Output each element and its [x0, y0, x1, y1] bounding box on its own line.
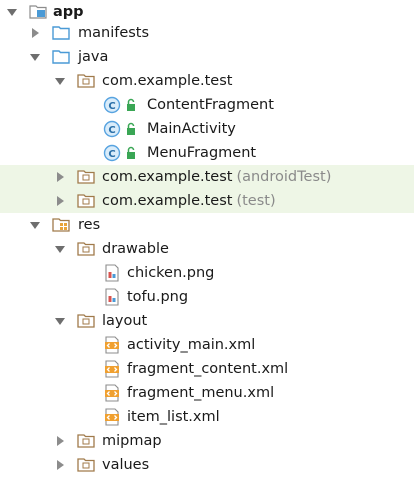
tree-label-java: java: [78, 49, 109, 65]
class-icon: C: [103, 120, 121, 138]
tree-label-manifests: manifests: [78, 25, 150, 41]
tree-label-mipmap: mipmap: [102, 433, 162, 449]
svg-text:C: C: [108, 149, 115, 160]
tree-row-java[interactable]: java: [0, 45, 414, 69]
tree-row-manifests[interactable]: manifests: [0, 21, 414, 45]
tree-row-values[interactable]: values: [0, 453, 414, 477]
package-icon: [77, 74, 95, 88]
source-set-suffix: (androidTest): [236, 169, 332, 185]
tree-label-package-test: com.example.test (test): [102, 191, 276, 211]
tree-label-package-android-test: com.example.test (androidTest): [102, 167, 331, 187]
chevron-right-icon[interactable]: [54, 195, 66, 207]
tree-label-activity-main-xml: activity_main.xml: [127, 337, 256, 353]
svg-text:C: C: [108, 125, 115, 136]
tree-label-tofu-png: tofu.png: [127, 289, 189, 305]
folder-icon: [52, 26, 70, 40]
chevron-right-icon[interactable]: [54, 435, 66, 447]
tree-label-content-fragment: ContentFragment: [147, 97, 274, 113]
tree-row-fragment-content-xml[interactable]: fragment_content.xml: [0, 357, 414, 381]
class-icon: C: [103, 144, 121, 162]
lock-icon: [127, 122, 135, 135]
source-set-suffix: (test): [236, 193, 276, 209]
svg-text:C: C: [108, 101, 115, 112]
tree-row-activity-main-xml[interactable]: activity_main.xml: [0, 333, 414, 357]
tree-row-package-main[interactable]: com.example.test: [0, 69, 414, 93]
tree-row-drawable[interactable]: drawable: [0, 237, 414, 261]
tree-row-package-test[interactable]: com.example.test (test): [0, 189, 414, 213]
tree-row-mipmap[interactable]: mipmap: [0, 429, 414, 453]
package-icon: [77, 314, 95, 328]
tree-row-item-list-xml[interactable]: item_list.xml: [0, 405, 414, 429]
chevron-down-icon[interactable]: [6, 6, 18, 18]
tree-row-package-android-test[interactable]: com.example.test (androidTest): [0, 165, 414, 189]
xml-file-icon: [105, 336, 119, 354]
resources-folder-icon: [52, 218, 70, 232]
tree-row-res[interactable]: res: [0, 213, 414, 237]
package-icon: [77, 434, 95, 448]
tree-row-main-activity[interactable]: C MainActivity: [0, 117, 414, 141]
chevron-down-icon[interactable]: [54, 75, 66, 87]
class-icon: C: [103, 96, 121, 114]
folder-icon: [52, 50, 70, 64]
package-icon: [77, 170, 95, 184]
chevron-down-icon[interactable]: [29, 51, 41, 63]
tree-label-fragment-menu-xml: fragment_menu.xml: [127, 385, 275, 401]
image-file-icon: [105, 264, 119, 282]
tree-label-main-activity: MainActivity: [147, 121, 236, 137]
tree-label-values: values: [102, 457, 150, 473]
module-folder-icon: [29, 5, 47, 19]
tree-label-res: res: [78, 217, 101, 233]
package-name: com.example.test: [102, 193, 233, 209]
tree-row-fragment-menu-xml[interactable]: fragment_menu.xml: [0, 381, 414, 405]
tree-row-layout[interactable]: layout: [0, 309, 414, 333]
image-file-icon: [105, 288, 119, 306]
xml-file-icon: [105, 384, 119, 402]
package-icon: [77, 242, 95, 256]
tree-label-drawable: drawable: [102, 241, 169, 257]
tree-row-chicken-png[interactable]: chicken.png: [0, 261, 414, 285]
xml-file-icon: [105, 408, 119, 426]
tree-label-package-main: com.example.test: [102, 73, 233, 89]
project-tree: app manifests java com.example.test C Co…: [0, 0, 414, 474]
package-name: com.example.test: [102, 169, 233, 185]
chevron-down-icon[interactable]: [29, 219, 41, 231]
tree-label-fragment-content-xml: fragment_content.xml: [127, 361, 289, 377]
xml-file-icon: [105, 360, 119, 378]
chevron-down-icon[interactable]: [54, 315, 66, 327]
package-icon: [77, 194, 95, 208]
tree-label-item-list-xml: item_list.xml: [127, 409, 220, 425]
chevron-right-icon[interactable]: [54, 459, 66, 471]
tree-label-app: app: [53, 4, 84, 20]
tree-row-tofu-png[interactable]: tofu.png: [0, 285, 414, 309]
tree-row-content-fragment[interactable]: C ContentFragment: [0, 93, 414, 117]
package-icon: [77, 458, 95, 472]
chevron-right-icon[interactable]: [54, 171, 66, 183]
chevron-down-icon[interactable]: [54, 243, 66, 255]
lock-icon: [127, 146, 135, 159]
tree-label-menu-fragment: MenuFragment: [147, 145, 257, 161]
tree-label-chicken-png: chicken.png: [127, 265, 215, 281]
lock-icon: [127, 98, 135, 111]
tree-label-layout: layout: [102, 313, 148, 329]
chevron-right-icon[interactable]: [29, 27, 41, 39]
tree-row-menu-fragment[interactable]: C MenuFragment: [0, 141, 414, 165]
